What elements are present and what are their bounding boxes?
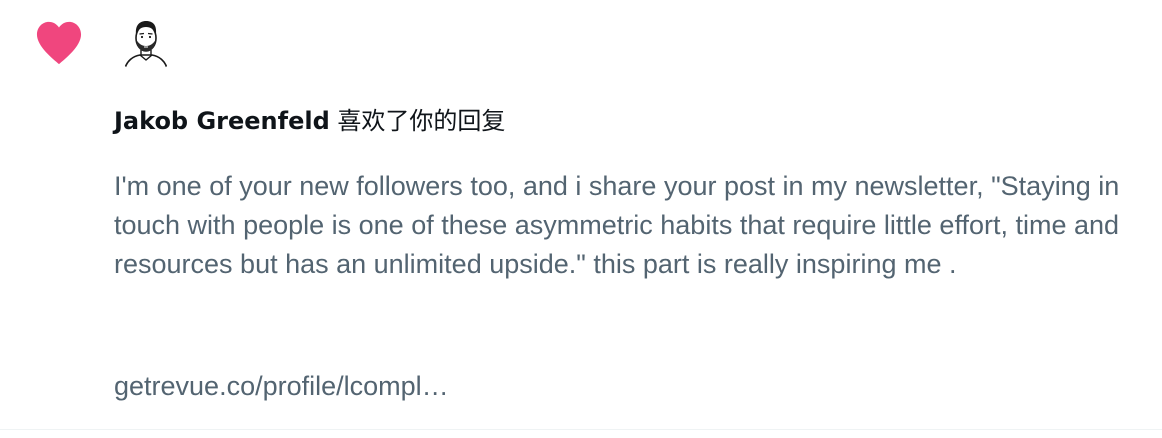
heart-icon bbox=[36, 21, 82, 65]
action-text: 喜欢了你的回复 bbox=[329, 107, 506, 135]
user-avatar-illustration bbox=[123, 21, 169, 73]
avatar[interactable] bbox=[114, 10, 178, 74]
user-name-link[interactable]: Jakob Greenfeld bbox=[114, 107, 330, 135]
like-notification[interactable]: Jakob Greenfeld 喜欢了你的回复 I'm one of your … bbox=[0, 0, 1162, 430]
newsletter-link[interactable]: getrevue.co/profile/lcompl… bbox=[114, 367, 449, 406]
reply-text: I'm one of your new followers too, and i… bbox=[114, 171, 1120, 279]
notification-headline: Jakob Greenfeld 喜欢了你的回复 bbox=[114, 103, 505, 139]
